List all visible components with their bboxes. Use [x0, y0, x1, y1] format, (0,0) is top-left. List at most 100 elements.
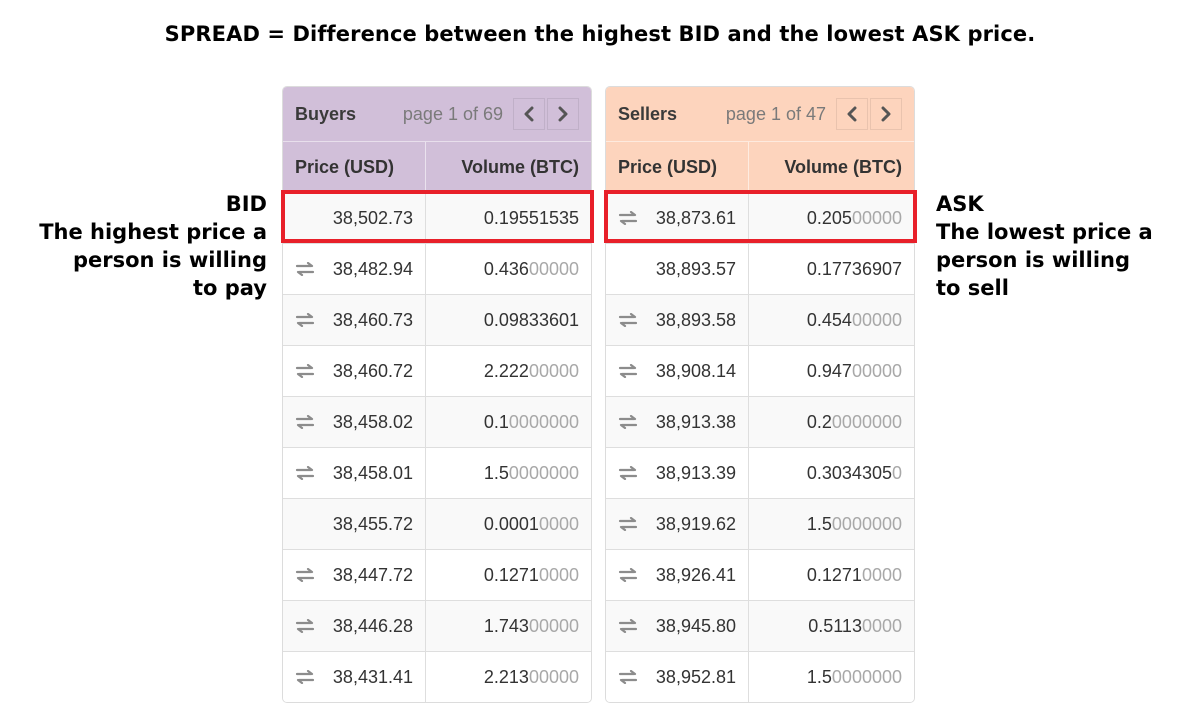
exchange-arrows-icon: [295, 261, 317, 277]
ask-annotation: ASK The lowest price a person is willing…: [936, 190, 1176, 302]
exchange-arrows-icon: [295, 414, 317, 430]
ask-annotation-line: person is willing: [936, 248, 1131, 272]
sellers-header: Sellers page 1 of 47: [606, 87, 914, 141]
volume-trailing-zeros: 0000000: [831, 411, 902, 432]
order-row[interactable]: 38,460.72 2.222 00000: [283, 345, 591, 396]
order-row[interactable]: 38,446.28 1.743 00000: [283, 600, 591, 651]
price-value: 38,913.39: [655, 462, 736, 483]
buyers-prev-page-button[interactable]: [513, 98, 545, 130]
volume-column-header[interactable]: Volume (BTC): [749, 142, 914, 192]
ask-annotation-title: ASK: [936, 192, 984, 216]
volume-column-header[interactable]: Volume (BTC): [426, 142, 591, 192]
order-row[interactable]: 38,873.61 0.205 00000: [606, 192, 914, 243]
order-row[interactable]: 38,913.38 0.2 0000000: [606, 396, 914, 447]
volume-cell: 0.19551535: [426, 193, 591, 243]
exchange-arrows-icon: [618, 669, 640, 685]
order-row[interactable]: 38,455.72 0.0001 0000: [283, 498, 591, 549]
volume-cell: 1.5 0000000: [749, 499, 914, 549]
exchange-arrows-icon: [295, 669, 317, 685]
price-cell: 38,945.80: [606, 601, 749, 651]
volume-trailing-zeros: 0000000: [508, 411, 579, 432]
order-row[interactable]: 38,919.62 1.5 0000000: [606, 498, 914, 549]
bid-annotation-title: BID: [225, 192, 267, 216]
price-column-header[interactable]: Price (USD): [283, 142, 426, 192]
price-value: 38,893.57: [655, 258, 736, 279]
sellers-pager: [836, 98, 902, 130]
volume-value: 0.1271: [806, 564, 862, 585]
sellers-title: Sellers: [618, 103, 678, 124]
volume-cell: 0.454 00000: [749, 295, 914, 345]
volume-value: 0.436: [483, 258, 529, 279]
volume-value: 0.1: [483, 411, 509, 432]
volume-trailing-zeros: 00000: [528, 360, 579, 381]
price-value: 38,913.38: [655, 411, 736, 432]
buyers-title: Buyers: [295, 103, 357, 124]
price-cell: 38,913.39: [606, 448, 749, 498]
price-cell: 38,873.61: [606, 193, 749, 243]
price-cell: 38,455.72: [283, 499, 426, 549]
volume-cell: 2.222 00000: [426, 346, 591, 396]
order-row[interactable]: 38,502.73 0.19551535: [283, 192, 591, 243]
volume-value: 0.0001: [483, 513, 539, 534]
chevron-left-icon: [524, 106, 534, 122]
order-row[interactable]: 38,431.41 2.213 00000: [283, 651, 591, 702]
sellers-order-book: Sellers page 1 of 47 Price (USD) Volume …: [605, 86, 915, 703]
volume-cell: 0.947 00000: [749, 346, 914, 396]
volume-value: 0.947: [806, 360, 852, 381]
volume-trailing-zeros: 0000000: [508, 462, 579, 483]
volume-trailing-zeros: 00000: [851, 309, 902, 330]
buyers-pager: [513, 98, 579, 130]
price-cell: 38,458.02: [283, 397, 426, 447]
buyers-order-book: Buyers page 1 of 69 Price (USD) Volume (…: [282, 86, 592, 703]
order-row[interactable]: 38,945.80 0.5113 0000: [606, 600, 914, 651]
volume-trailing-zeros: 00000: [528, 258, 579, 279]
buyers-next-page-button[interactable]: [547, 98, 579, 130]
volume-trailing-zeros: 0000000: [831, 513, 902, 534]
volume-cell: 0.1271 0000: [749, 550, 914, 600]
price-value: 38,460.72: [332, 360, 413, 381]
order-row[interactable]: 38,447.72 0.1271 0000: [283, 549, 591, 600]
volume-cell: 0.2 0000000: [749, 397, 914, 447]
exchange-arrows-icon: [295, 210, 317, 226]
volume-cell: 0.09833601: [426, 295, 591, 345]
volume-value: 0.205: [806, 207, 852, 228]
order-row[interactable]: 38,482.94 0.436 00000: [283, 243, 591, 294]
price-value: 38,447.72: [332, 564, 413, 585]
order-row[interactable]: 38,458.02 0.1 0000000: [283, 396, 591, 447]
volume-cell: 0.436 00000: [426, 244, 591, 294]
volume-trailing-zeros: 0000000: [831, 666, 902, 687]
price-value: 38,926.41: [655, 564, 736, 585]
price-column-header[interactable]: Price (USD): [606, 142, 749, 192]
volume-value: 0.1271: [483, 564, 539, 585]
price-value: 38,502.73: [332, 207, 413, 228]
sellers-next-page-button[interactable]: [870, 98, 902, 130]
order-row[interactable]: 38,893.58 0.454 00000: [606, 294, 914, 345]
order-row[interactable]: 38,908.14 0.947 00000: [606, 345, 914, 396]
volume-cell: 0.205 00000: [749, 193, 914, 243]
order-row[interactable]: 38,952.81 1.5 0000000: [606, 651, 914, 702]
price-value: 38,952.81: [655, 666, 736, 687]
price-cell: 38,908.14: [606, 346, 749, 396]
volume-trailing-zeros: 00000: [851, 360, 902, 381]
order-row[interactable]: 38,893.57 0.17736907: [606, 243, 914, 294]
sellers-prev-page-button[interactable]: [836, 98, 868, 130]
order-row[interactable]: 38,926.41 0.1271 0000: [606, 549, 914, 600]
price-cell: 38,431.41: [283, 652, 426, 702]
price-cell: 38,458.01: [283, 448, 426, 498]
volume-cell: 0.5113 0000: [749, 601, 914, 651]
price-cell: 38,893.58: [606, 295, 749, 345]
spread-headline: SPREAD = Difference between the highest …: [164, 22, 1036, 46]
order-row[interactable]: 38,913.39 0.3034305 0: [606, 447, 914, 498]
volume-cell: 0.17736907: [749, 244, 914, 294]
price-cell: 38,919.62: [606, 499, 749, 549]
volume-cell: 1.5 0000000: [426, 448, 591, 498]
volume-cell: 1.743 00000: [426, 601, 591, 651]
volume-value: 1.5: [806, 666, 832, 687]
volume-cell: 0.3034305 0: [749, 448, 914, 498]
bid-annotation-line: to pay: [192, 276, 267, 300]
volume-value: 0.5113: [808, 615, 862, 636]
order-row[interactable]: 38,460.73 0.09833601: [283, 294, 591, 345]
order-row[interactable]: 38,458.01 1.5 0000000: [283, 447, 591, 498]
chevron-right-icon: [881, 106, 891, 122]
exchange-arrows-icon: [295, 618, 317, 634]
